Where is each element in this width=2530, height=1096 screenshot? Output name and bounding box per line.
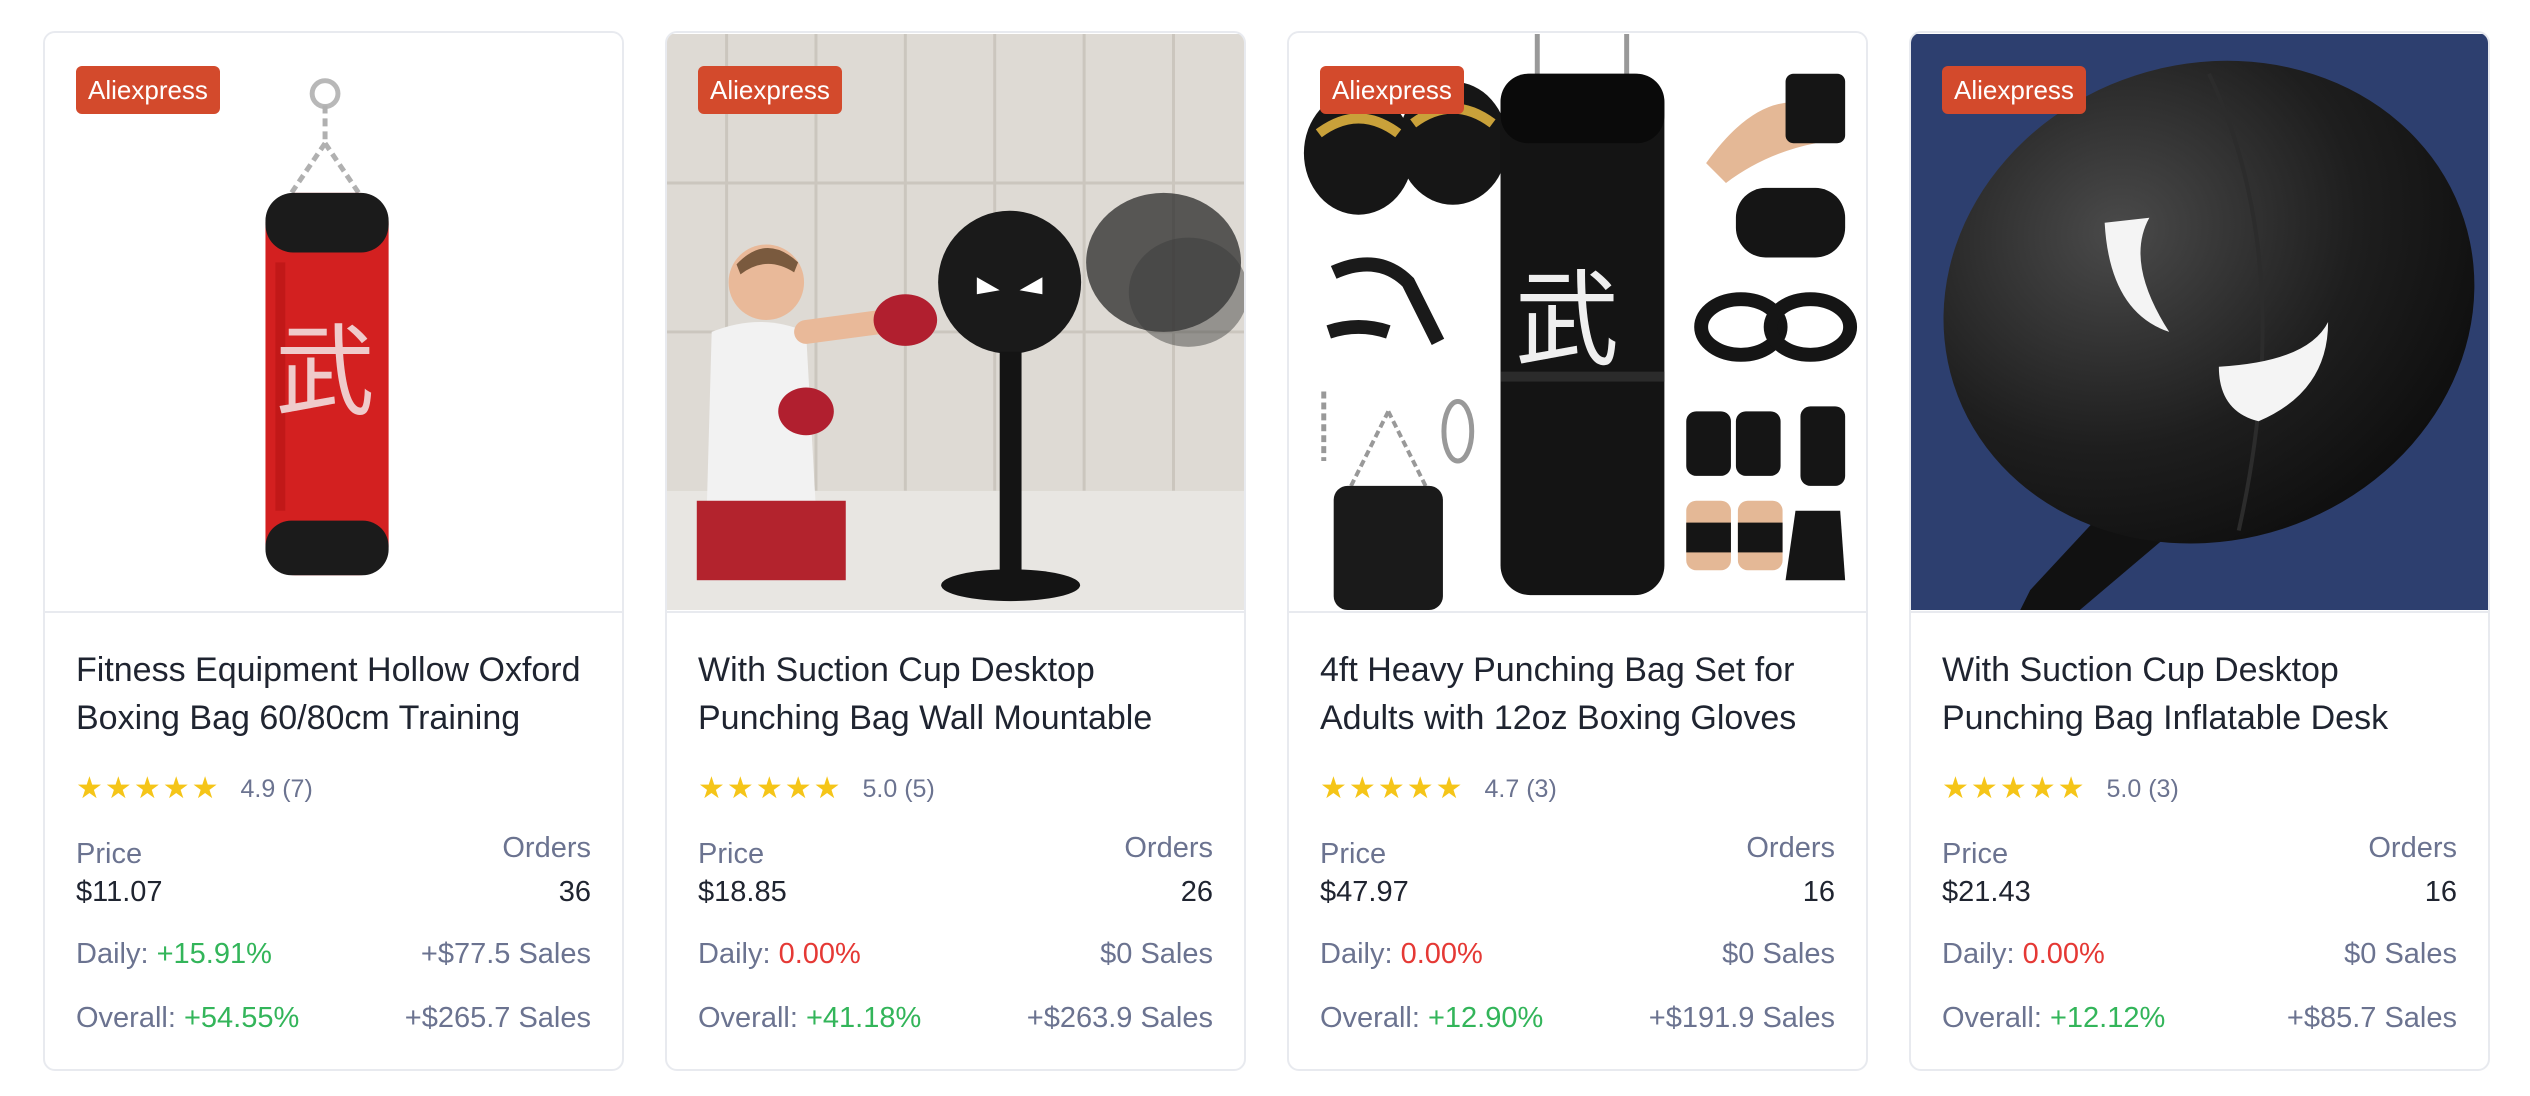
orders-value: 16 <box>2424 876 2457 908</box>
overall-percent: +41.18% <box>805 1002 922 1034</box>
daily-percent: 0.00% <box>1400 938 1483 970</box>
overall-sales: +$263.9 Sales <box>1026 1002 1213 1034</box>
product-card[interactable]: Aliexpress <box>665 31 1246 1071</box>
overall-sales: +$191.9 Sales <box>1648 1002 1835 1034</box>
product-card[interactable]: Aliexpress <box>1287 31 1868 1071</box>
price-label: Price <box>1942 838 2009 870</box>
product-image[interactable]: Aliexpress 武 <box>45 33 622 613</box>
overall-sales: +$265.7 Sales <box>404 1002 591 1034</box>
daily-label: Daily: <box>1320 938 1393 970</box>
rating-value: 5.0 (3) <box>2106 774 2179 803</box>
rating-value: 4.9 (7) <box>240 774 313 803</box>
red-punching-bag-image: 武 <box>45 33 622 611</box>
source-badge: Aliexpress <box>698 66 842 114</box>
source-badge: Aliexpress <box>1320 66 1464 114</box>
price-label: Price <box>698 838 765 870</box>
daily-stats: Daily: 0.00% $0 Sales <box>1942 936 2457 972</box>
rating: ★ ★ ★ ★ ★ 5.0 (3) <box>1942 774 2457 804</box>
rating-value: 4.7 (3) <box>1484 774 1557 803</box>
price-value: $21.43 <box>1942 876 2031 908</box>
price-orders-row: Price $11.07 Orders 36 <box>76 830 591 910</box>
daily-label: Daily: <box>76 938 149 970</box>
daily-percent: 0.00% <box>778 938 861 970</box>
overall-label: Overall: <box>76 1002 176 1034</box>
overall-stats: Overall: +54.55% +$265.7 Sales <box>76 1000 591 1036</box>
daily-sales: $0 Sales <box>1100 938 1213 970</box>
price-label: Price <box>76 838 143 870</box>
inflatable-desk-bag-image <box>1911 33 2488 611</box>
orders-label: Orders <box>502 832 591 864</box>
daily-sales: $0 Sales <box>2344 938 2457 970</box>
product-grid: Aliexpress 武 Fitness Equipment Hollow Ox… <box>43 31 2490 1071</box>
orders-value: 16 <box>1802 876 1835 908</box>
daily-percent: 0.00% <box>2022 938 2105 970</box>
source-badge: Aliexpress <box>1942 66 2086 114</box>
overall-percent: +54.55% <box>183 1002 300 1034</box>
overall-stats: Overall: +41.18% +$263.9 Sales <box>698 1000 1213 1036</box>
daily-stats: Daily: 0.00% $0 Sales <box>698 936 1213 972</box>
product-card[interactable]: Aliexpress 武 Fitness Equipment Hollow Ox… <box>43 31 624 1071</box>
product-title[interactable]: With Suction Cup Desktop Punching Bag Wa… <box>698 646 1213 742</box>
orders-value: 36 <box>558 876 591 908</box>
orders-value: 26 <box>1180 876 1213 908</box>
orders-label: Orders <box>1746 832 1835 864</box>
source-badge: Aliexpress <box>76 66 220 114</box>
overall-label: Overall: <box>698 1002 798 1034</box>
overall-sales: +$85.7 Sales <box>2286 1002 2457 1034</box>
price-value: $18.85 <box>698 876 787 908</box>
orders-label: Orders <box>1124 832 1213 864</box>
overall-percent: +12.90% <box>1427 1002 1544 1034</box>
overall-percent: +12.12% <box>2049 1002 2166 1034</box>
overall-stats: Overall: +12.90% +$191.9 Sales <box>1320 1000 1835 1036</box>
star-rating-icon: ★ ★ ★ ★ ★ <box>698 772 841 805</box>
svg-text:武: 武 <box>1515 260 1619 382</box>
star-rating-icon: ★ ★ ★ ★ ★ <box>1320 772 1463 805</box>
rating-value: 5.0 (5) <box>862 774 935 803</box>
product-image[interactable]: Aliexpress <box>667 33 1244 613</box>
daily-sales: +$77.5 Sales <box>420 938 591 970</box>
product-image[interactable]: Aliexpress <box>1911 33 2488 613</box>
rating: ★ ★ ★ ★ ★ 4.9 (7) <box>76 774 591 804</box>
price-orders-row: Price $47.97 Orders 16 <box>1320 830 1835 910</box>
daily-label: Daily: <box>1942 938 2015 970</box>
daily-percent: +15.91% <box>156 938 272 970</box>
price-label: Price <box>1320 838 1387 870</box>
svg-text:武: 武 <box>275 315 374 430</box>
daily-stats: Daily: +15.91% +$77.5 Sales <box>76 936 591 972</box>
product-title[interactable]: Fitness Equipment Hollow Oxford Boxing B… <box>76 646 591 742</box>
overall-label: Overall: <box>1320 1002 1420 1034</box>
star-rating-icon: ★ ★ ★ ★ ★ <box>1942 772 2085 805</box>
price-value: $47.97 <box>1320 876 1409 908</box>
star-rating-icon: ★ ★ ★ ★ ★ <box>76 772 219 805</box>
heavy-bag-set-image: 武 <box>1289 33 1866 611</box>
product-card[interactable]: Aliexpress With Suction Cup Desktop Punc… <box>1909 31 2490 1071</box>
price-value: $11.07 <box>76 876 163 908</box>
kid-boxing-desktop-bag-image <box>667 33 1244 611</box>
rating: ★ ★ ★ ★ ★ 4.7 (3) <box>1320 774 1835 804</box>
orders-label: Orders <box>2368 832 2457 864</box>
overall-stats: Overall: +12.12% +$85.7 Sales <box>1942 1000 2457 1036</box>
overall-label: Overall: <box>1942 1002 2042 1034</box>
product-image[interactable]: Aliexpress <box>1289 33 1866 613</box>
product-title[interactable]: With Suction Cup Desktop Punching Bag In… <box>1942 646 2457 742</box>
price-orders-row: Price $18.85 Orders 26 <box>698 830 1213 910</box>
daily-label: Daily: <box>698 938 771 970</box>
rating: ★ ★ ★ ★ ★ 5.0 (5) <box>698 774 1213 804</box>
product-title[interactable]: 4ft Heavy Punching Bag Set for Adults wi… <box>1320 646 1835 742</box>
daily-sales: $0 Sales <box>1722 938 1835 970</box>
daily-stats: Daily: 0.00% $0 Sales <box>1320 936 1835 972</box>
price-orders-row: Price $21.43 Orders 16 <box>1942 830 2457 910</box>
